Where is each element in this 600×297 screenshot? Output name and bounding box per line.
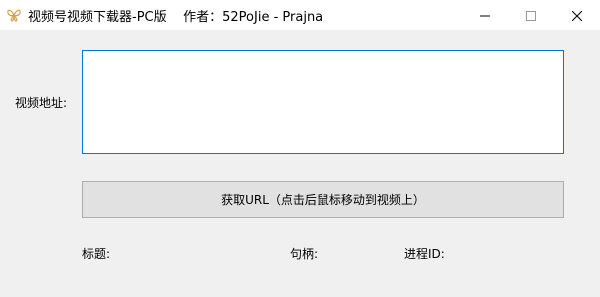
app-window: 视频号视频下载器-PC版 作者：52PoJie - Prajna 视频地址: 获…: [0, 0, 600, 297]
close-button[interactable]: [554, 0, 600, 30]
minimize-icon: [480, 6, 490, 25]
get-url-button[interactable]: 获取URL（点击后鼠标移动到视频上）: [82, 181, 564, 218]
title-label: 标题:: [82, 247, 111, 261]
close-icon: [571, 6, 583, 25]
app-butterfly-icon: [6, 7, 22, 23]
handle-label: 句柄:: [290, 247, 319, 261]
window-title: 视频号视频下载器-PC版 作者：52PoJie - Prajna: [28, 10, 324, 25]
video-url-textarea[interactable]: [82, 50, 564, 154]
process-id-label: 进程ID:: [404, 247, 445, 261]
video-url-label: 视频地址:: [15, 96, 68, 110]
minimize-button[interactable]: [462, 0, 508, 30]
maximize-button[interactable]: [508, 0, 554, 30]
maximize-icon: [526, 6, 536, 25]
title-bar[interactable]: 视频号视频下载器-PC版 作者：52PoJie - Prajna: [0, 0, 600, 30]
